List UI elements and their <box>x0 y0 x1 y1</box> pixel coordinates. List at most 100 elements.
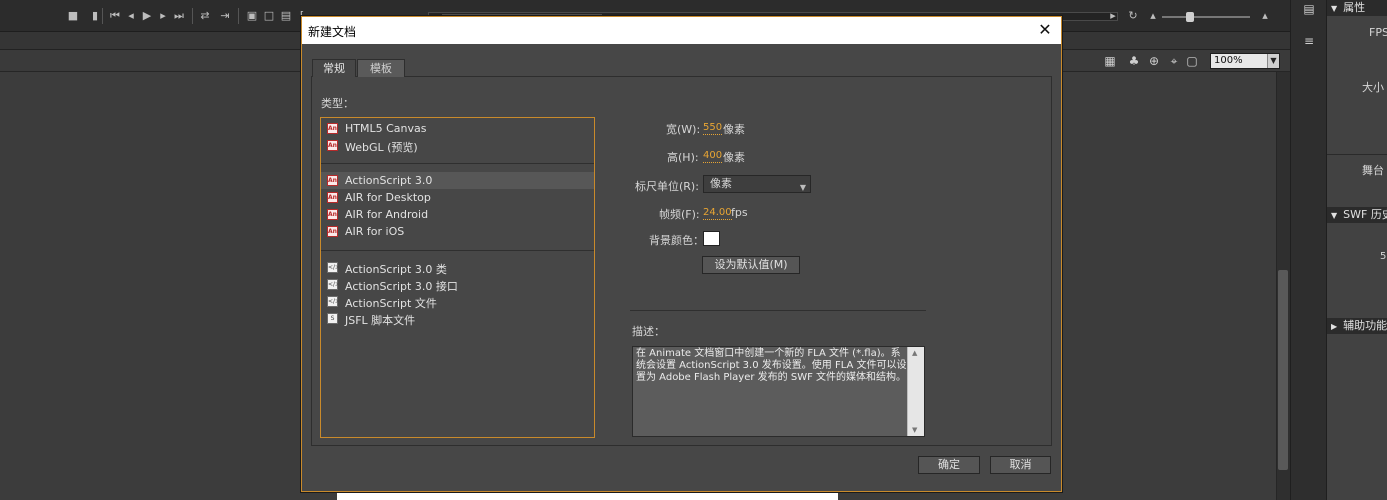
zoom-out-icon[interactable]: ▴ <box>1146 9 1160 23</box>
scroll-right-icon[interactable]: ▸ <box>1106 9 1120 23</box>
bg-color-swatch[interactable] <box>703 231 720 246</box>
close-icon[interactable]: ✕ <box>1034 20 1056 40</box>
swf-history-title: SWF 历史 <box>1343 208 1387 221</box>
set-default-button[interactable]: 设为默认值(M) <box>702 256 800 274</box>
stage-zoom-select[interactable]: 100% ▼ <box>1210 53 1280 69</box>
type-label: 类型： <box>321 97 354 110</box>
list-item-label: AIR for Desktop <box>345 191 431 204</box>
list-item-label: AIR for Android <box>345 208 429 221</box>
list-item[interactable]: </> ActionScript 文件 <box>321 293 594 310</box>
collapse-icon: ▼ <box>1331 4 1338 13</box>
step-forward-icon[interactable]: ▸ <box>156 9 170 23</box>
description-scrollbar[interactable]: ▲ ▼ <box>907 347 924 436</box>
expand-icon: ▶ <box>1331 322 1338 331</box>
dialog-title: 新建文档 <box>308 25 357 39</box>
toolbar-divider <box>102 8 103 24</box>
cancel-button[interactable]: 取消 <box>990 456 1051 474</box>
onion-skin-icon[interactable]: ▣ <box>245 9 259 23</box>
toolbar-divider <box>238 8 239 24</box>
onion-outline-icon[interactable]: □ <box>262 9 276 23</box>
stage-label: 舞台 <box>1362 164 1384 177</box>
ruler-units-select[interactable]: 像素 ▼ <box>703 175 811 193</box>
list-item-selected[interactable]: An ActionScript 3.0 <box>321 172 594 189</box>
list-divider <box>321 163 594 164</box>
animate-doc-icon: An <box>327 140 338 151</box>
accessibility-header[interactable]: ▶ 辅助功能 <box>1327 318 1387 334</box>
list-item-label: ActionScript 3.0 类 <box>345 263 447 276</box>
timeline-zoom-knob[interactable] <box>1186 12 1194 22</box>
properties-title: 属性 <box>1343 1 1366 14</box>
tab-general[interactable]: 常规 <box>312 59 356 77</box>
center-stage-icon[interactable]: ⌖ <box>1166 54 1182 68</box>
symbol-icon[interactable]: ♣ <box>1126 54 1142 68</box>
animate-doc-icon: An <box>327 209 338 220</box>
list-item[interactable]: An WebGL (预览) <box>321 137 594 154</box>
list-item[interactable]: An AIR for iOS <box>321 223 594 240</box>
dialog-titlebar[interactable] <box>302 17 1061 44</box>
scroll-up-icon[interactable]: ▲ <box>912 349 917 357</box>
tab-templates[interactable]: 模板 <box>357 59 405 77</box>
zoom-in-icon[interactable]: ▴ <box>1258 9 1272 23</box>
properties-icon[interactable]: ▤ <box>1302 2 1316 16</box>
center-frame-icon[interactable]: ⇥ <box>218 9 232 23</box>
stage-zoom-value: 100% <box>1214 55 1243 66</box>
insert-frame-icon[interactable]: ▮ <box>88 9 102 23</box>
play-icon[interactable]: ▶ <box>140 9 154 23</box>
list-item[interactable]: S JSFL 脚本文件 <box>321 310 594 327</box>
camera-icon[interactable]: ■ <box>66 9 80 23</box>
list-item[interactable]: </> ActionScript 3.0 类 <box>321 259 594 276</box>
panel-dock-strip <box>1290 0 1327 500</box>
frame-rate-field[interactable]: 24.00 <box>703 207 732 220</box>
animate-doc-icon: An <box>327 175 338 186</box>
frame-rate-label: 帧频(F): <box>659 208 700 221</box>
description-divider <box>630 310 926 311</box>
bg-color-label: 背景颜色： <box>649 234 704 247</box>
script-file-icon: </> <box>327 296 341 307</box>
width-field[interactable]: 550 <box>703 122 723 135</box>
jsfl-file-icon: S <box>327 313 338 324</box>
size-label: 大小 <box>1362 81 1384 94</box>
list-item-label: AIR for iOS <box>345 225 405 238</box>
properties-panel-header[interactable]: ▼ 属性 <box>1327 0 1387 16</box>
last-frame-icon[interactable]: ⏭ <box>172 9 186 23</box>
loop-icon[interactable]: ⇄ <box>198 9 212 23</box>
width-label: 宽(W): <box>666 123 701 136</box>
frame-rate-unit: fps <box>731 206 748 219</box>
list-item-label: ActionScript 3.0 接口 <box>345 280 458 293</box>
edit-multiple-frames-icon[interactable]: ▤ <box>279 9 293 23</box>
list-item[interactable]: An AIR for Android <box>321 206 594 223</box>
animate-doc-icon: An <box>327 226 338 237</box>
list-item[interactable]: </> ActionScript 3.0 接口 <box>321 276 594 293</box>
refresh-icon[interactable]: ↻ <box>1126 9 1140 23</box>
width-unit: 像素 <box>723 123 745 136</box>
panel-divider <box>1327 154 1387 155</box>
list-item[interactable]: An HTML5 Canvas <box>321 120 594 137</box>
library-icon[interactable]: ≡ <box>1302 34 1316 48</box>
animate-doc-icon: An <box>327 123 338 134</box>
first-frame-icon[interactable]: ⏮ <box>108 9 122 23</box>
accessibility-title: 辅助功能 <box>1343 319 1387 332</box>
scroll-down-icon[interactable]: ▼ <box>912 426 917 434</box>
list-divider <box>321 250 594 251</box>
height-unit: 像素 <box>723 151 745 164</box>
description-text: 在 Animate 文档窗口中创建一个新的 FLA 文件 (*.fla)。系统会… <box>636 348 907 383</box>
list-item-label: ActionScript 文件 <box>345 297 437 310</box>
list-item-label: HTML5 Canvas <box>345 122 427 135</box>
swf-history-header[interactable]: ▼ SWF 历史 <box>1327 207 1387 223</box>
chevron-down-icon: ▼ <box>1267 54 1279 68</box>
canvas-scroll-thumb[interactable] <box>1278 270 1288 470</box>
description-label: 描述： <box>632 325 665 338</box>
list-item-label: JSFL 脚本文件 <box>345 314 416 327</box>
chevron-down-icon: ▼ <box>799 183 806 192</box>
ok-button[interactable]: 确定 <box>918 456 980 474</box>
list-item[interactable]: An AIR for Desktop <box>321 189 594 206</box>
scene-icon[interactable]: ▦ <box>1102 54 1118 68</box>
ruler-units-label: 标尺单位(R): <box>635 180 699 193</box>
script-file-icon: </> <box>327 262 341 273</box>
step-back-icon[interactable]: ◂ <box>124 9 138 23</box>
collapse-icon: ▼ <box>1331 211 1338 220</box>
height-field[interactable]: 400 <box>703 150 723 163</box>
rotate-stage-icon[interactable]: ⊕ <box>1146 54 1162 68</box>
clip-content-icon[interactable]: ▢ <box>1184 54 1200 68</box>
timeline-zoom-slider[interactable] <box>1162 16 1250 18</box>
